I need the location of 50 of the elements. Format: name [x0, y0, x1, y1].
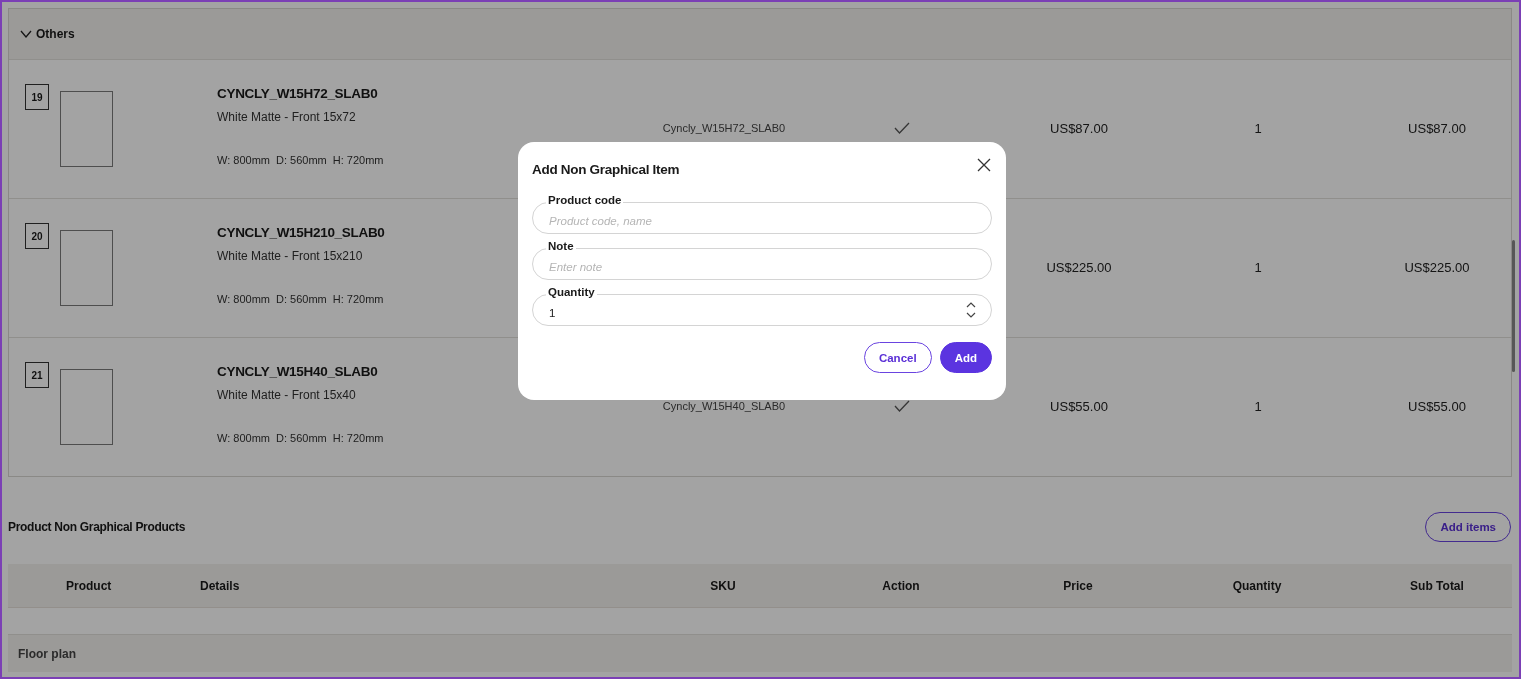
dialog-title: Add Non Graphical Item	[532, 161, 680, 177]
item-number: 19	[25, 84, 49, 110]
product-name: CYNCLY_W15H40_SLAB0	[217, 364, 379, 379]
column-header: Action	[881, 578, 921, 593]
field-label: Quantity	[546, 286, 597, 299]
quantity: 1	[1254, 259, 1262, 275]
dimension: H: 720mm	[332, 293, 384, 305]
dimension: W: 800mm	[217, 154, 270, 166]
field-label: Note	[546, 240, 576, 253]
field-label: Product code	[546, 194, 624, 207]
subtotal: US$225.00	[1404, 259, 1470, 275]
item-number: 21	[25, 362, 49, 388]
sku-text: Cyncly_W15H40_SLAB0	[662, 400, 786, 412]
floor-plan-bar[interactable]: Floor plan	[8, 635, 1512, 672]
dimension: H: 720mm	[332, 432, 384, 444]
group-title: Others	[36, 27, 75, 41]
sku-text: Cyncly_W15H72_SLAB0	[662, 122, 786, 134]
column-header: Quantity	[1231, 578, 1283, 593]
product-name: CYNCLY_W15H72_SLAB0	[217, 86, 379, 101]
quantity: 1	[1254, 398, 1262, 414]
item-number: 20	[25, 223, 49, 249]
dimension: W: 800mm	[217, 432, 270, 444]
group-header[interactable]: Others	[9, 9, 1511, 60]
price: US$225.00	[1046, 259, 1112, 275]
close-icon[interactable]	[977, 158, 991, 172]
product-description: White Matte - Front 15x210	[217, 249, 364, 263]
column-header: Sub Total	[1409, 578, 1465, 593]
dimension: W: 800mm	[217, 293, 270, 305]
add-button[interactable]: Add	[939, 342, 992, 373]
stepper-icon[interactable]	[966, 302, 976, 318]
subtotal: US$87.00	[1408, 120, 1466, 136]
column-header: Price	[1062, 578, 1094, 593]
scrollbar-thumb[interactable]	[1512, 240, 1515, 372]
product-name: CYNCLY_W15H210_SLAB0	[217, 225, 386, 240]
dimension: H: 720mm	[332, 154, 384, 166]
price: US$55.00	[1050, 398, 1108, 414]
subtotal: US$55.00	[1408, 398, 1466, 414]
column-header: Product	[65, 578, 113, 593]
price: US$87.00	[1050, 120, 1108, 136]
cancel-button[interactable]: Cancel	[863, 342, 932, 373]
quantity: 1	[1254, 120, 1262, 136]
product-description: White Matte - Front 15x40	[217, 388, 357, 402]
section-title: Product Non Graphical Products	[8, 520, 186, 534]
add-items-button[interactable]: Add items	[1425, 512, 1511, 542]
column-header: Details	[200, 578, 241, 593]
dimension: D: 560mm	[276, 154, 327, 166]
dimension: D: 560mm	[276, 293, 327, 305]
product-description: White Matte - Front 15x72	[217, 110, 357, 124]
dimension: D: 560mm	[276, 432, 327, 444]
column-header: SKU	[709, 578, 737, 593]
